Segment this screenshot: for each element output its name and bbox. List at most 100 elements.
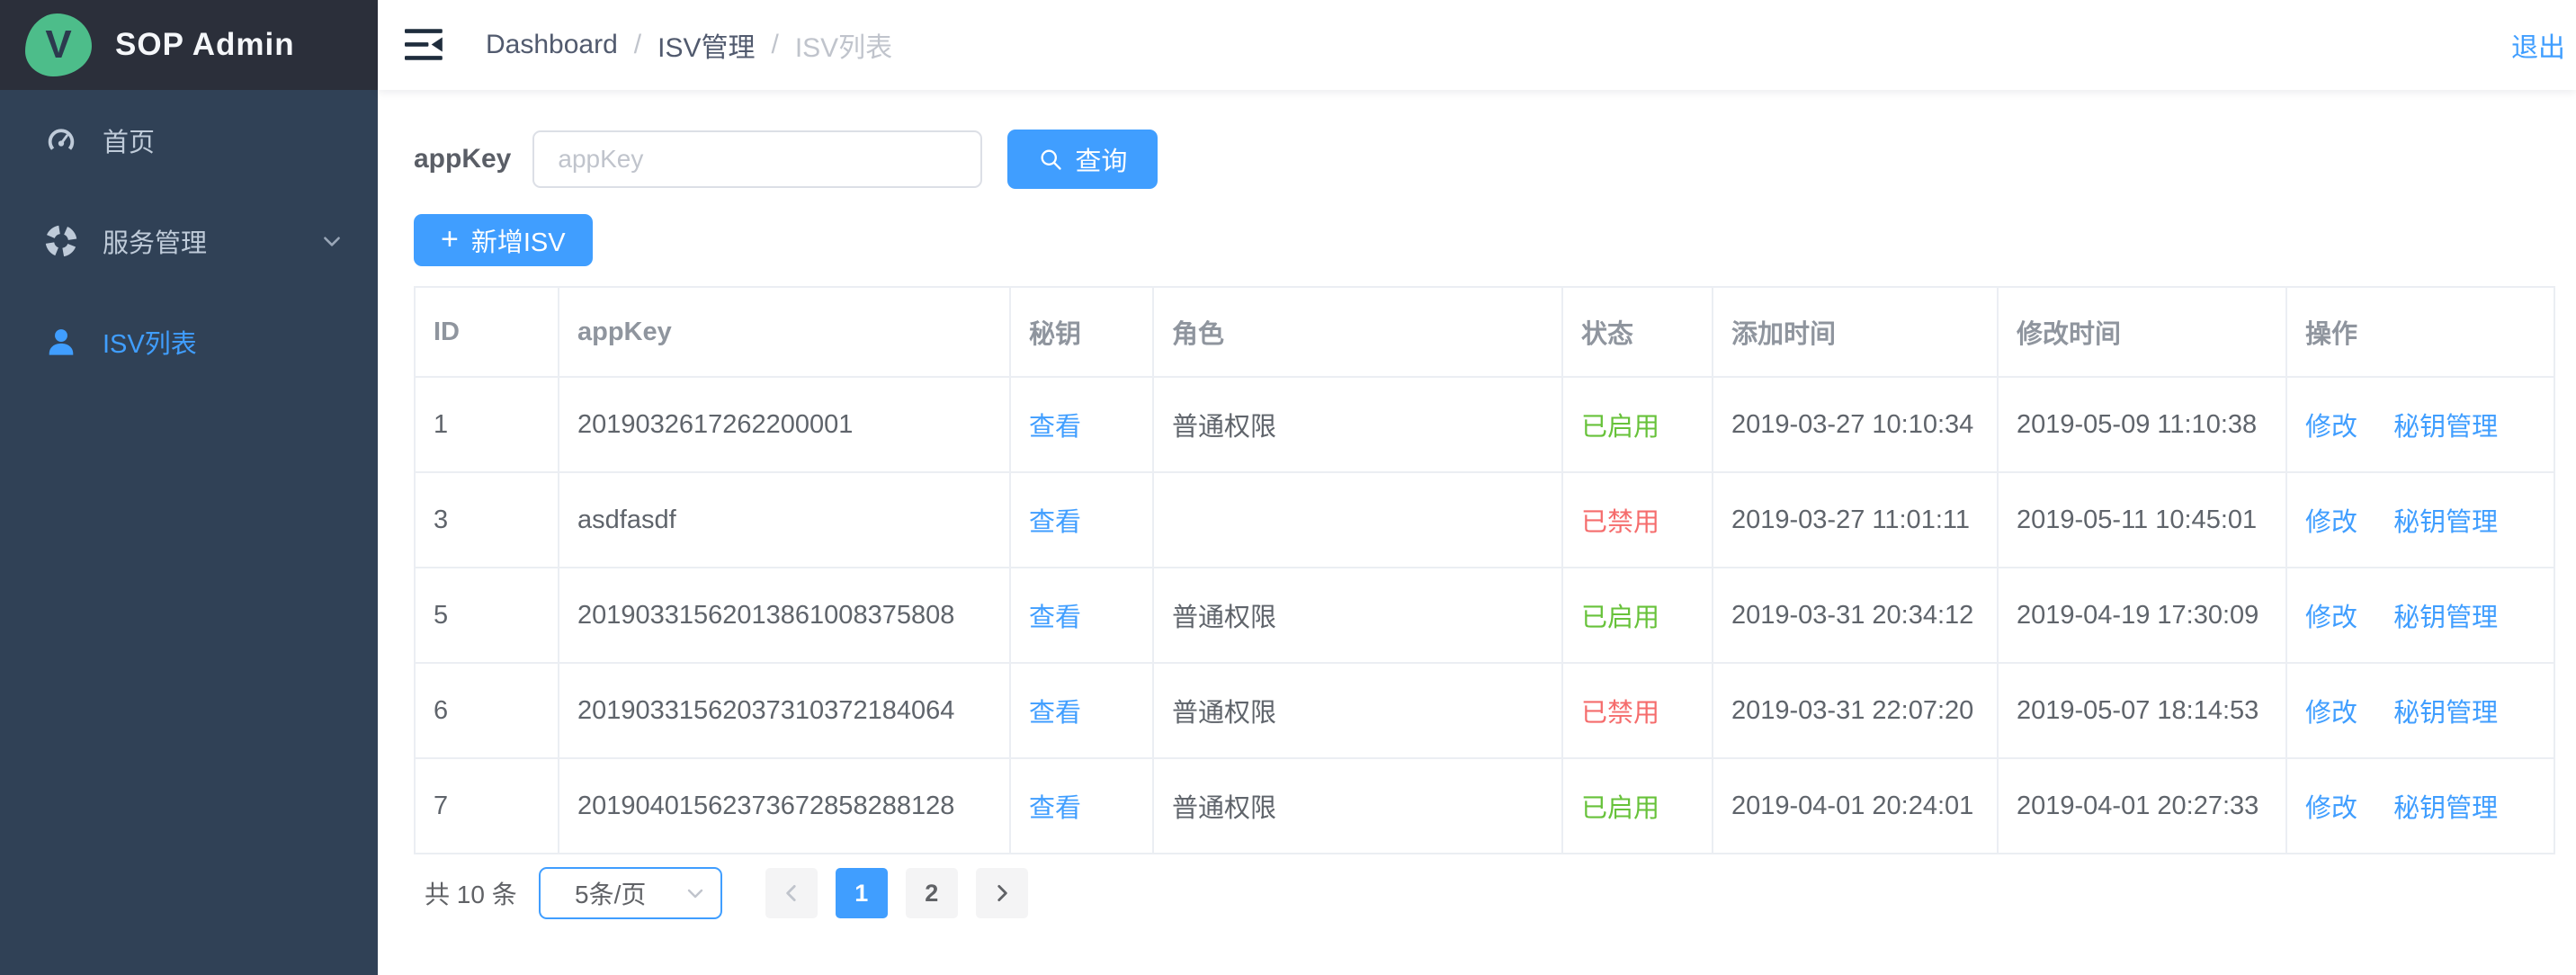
page-button-2[interactable]: 2 <box>906 868 958 918</box>
view-secret-link[interactable]: 查看 <box>1029 413 1081 442</box>
pagination: 共 10 条 5条/页 1 2 <box>414 867 2553 919</box>
top-bar: Dashboard / ISV管理 / ISV列表 退出 <box>378 0 2576 90</box>
breadcrumb-dashboard[interactable]: Dashboard <box>486 30 618 60</box>
app-logo-icon: V <box>25 13 92 76</box>
pager: 1 2 <box>756 868 1037 918</box>
status-badge: 已启用 <box>1581 794 1659 823</box>
add-isv-label: 新增ISV <box>471 221 566 259</box>
cell-modified: 2019-05-11 10:45:01 <box>1998 472 2286 568</box>
cell-appkey: 20190331562037310372184064 <box>559 663 1010 758</box>
cell-appkey: 20190331562013861008375808 <box>559 568 1010 663</box>
app-title: SOP Admin <box>115 27 295 63</box>
prev-page-button[interactable] <box>765 868 818 918</box>
status-badge: 已启用 <box>1581 604 1659 632</box>
cell-role: 普通权限 <box>1153 377 1562 472</box>
cell-role: 普通权限 <box>1153 663 1562 758</box>
breadcrumb-current: ISV列表 <box>795 25 892 65</box>
chevron-down-icon <box>320 229 344 253</box>
cell-appkey: 20190401562373672858288128 <box>559 758 1010 854</box>
cell-id: 6 <box>415 663 559 758</box>
col-appkey: appKey <box>559 287 1010 377</box>
col-role: 角色 <box>1153 287 1562 377</box>
secret-manage-link[interactable]: 秘钥管理 <box>2393 794 2498 823</box>
search-label: appKey <box>414 144 511 174</box>
cell-modified: 2019-05-09 11:10:38 <box>1998 377 2286 472</box>
table-row: 1 2019032617262200001 查看 普通权限 已启用 2019-0… <box>415 377 2554 472</box>
secret-manage-link[interactable]: 秘钥管理 <box>2393 699 2498 728</box>
breadcrumb-isv-manage: ISV管理 <box>657 25 755 65</box>
cell-id: 5 <box>415 568 559 663</box>
cell-role <box>1153 472 1562 568</box>
sidebar-item-home[interactable]: 首页 <box>0 90 378 191</box>
cell-created: 2019-03-31 20:34:12 <box>1713 568 1998 663</box>
view-secret-link[interactable]: 查看 <box>1029 604 1081 632</box>
logo: V SOP Admin <box>0 0 378 90</box>
col-id: ID <box>415 287 559 377</box>
sidebar-item-isv-list[interactable]: ISV列表 <box>0 291 378 392</box>
edit-link[interactable]: 修改 <box>2305 413 2357 442</box>
page-content: appKey 查询 + 新增ISV I <box>378 90 2576 975</box>
breadcrumb-separator: / <box>634 30 641 60</box>
cell-appkey: asdfasdf <box>559 472 1010 568</box>
col-secret: 秘钥 <box>1010 287 1153 377</box>
cell-created: 2019-03-31 22:07:20 <box>1713 663 1998 758</box>
cell-modified: 2019-04-19 17:30:09 <box>1998 568 2286 663</box>
cell-created: 2019-03-27 11:01:11 <box>1713 472 1998 568</box>
cell-created: 2019-04-01 20:24:01 <box>1713 758 1998 854</box>
view-secret-link[interactable]: 查看 <box>1029 794 1081 823</box>
page-button-1[interactable]: 1 <box>836 868 888 918</box>
table-row: 7 20190401562373672858288128 查看 普通权限 已启用… <box>415 758 2554 854</box>
table-row: 6 20190331562037310372184064 查看 普通权限 已禁用… <box>415 663 2554 758</box>
status-badge: 已禁用 <box>1581 699 1659 728</box>
chevron-left-icon <box>780 881 803 905</box>
sidebar-item-label: ISV列表 <box>103 323 197 361</box>
page-size-value: 5条/页 <box>575 875 685 911</box>
table-header-row: ID appKey 秘钥 角色 状态 添加时间 修改时间 操作 <box>415 287 2554 377</box>
select-arrow-icon <box>684 882 706 904</box>
sidebar-item-services[interactable]: 服务管理 <box>0 191 378 291</box>
col-actions: 操作 <box>2286 287 2554 377</box>
view-secret-link[interactable]: 查看 <box>1029 699 1081 728</box>
table-row: 5 20190331562013861008375808 查看 普通权限 已启用… <box>415 568 2554 663</box>
sidebar-menu: 首页 服务管理 ISV列表 <box>0 90 378 392</box>
sidebar: V SOP Admin 首页 服务管理 <box>0 0 378 975</box>
cell-role: 普通权限 <box>1153 758 1562 854</box>
query-button[interactable]: 查询 <box>1007 130 1158 189</box>
edit-link[interactable]: 修改 <box>2305 794 2357 823</box>
secret-manage-link[interactable]: 秘钥管理 <box>2393 413 2498 442</box>
table-row: 3 asdfasdf 查看 已禁用 2019-03-27 11:01:11 20… <box>415 472 2554 568</box>
status-badge: 已启用 <box>1581 413 1659 442</box>
appkey-input[interactable] <box>532 130 982 188</box>
col-created: 添加时间 <box>1713 287 1998 377</box>
edit-link[interactable]: 修改 <box>2305 699 2357 728</box>
user-icon <box>43 324 79 360</box>
chevron-right-icon <box>990 881 1014 905</box>
plus-icon: + <box>441 224 459 255</box>
logout-link[interactable]: 退出 <box>2511 25 2567 65</box>
main-area: Dashboard / ISV管理 / ISV列表 退出 appKey 查询 +… <box>378 0 2576 975</box>
cell-id: 1 <box>415 377 559 472</box>
col-status: 状态 <box>1562 287 1713 377</box>
cell-appkey: 2019032617262200001 <box>559 377 1010 472</box>
service-icon <box>43 223 79 259</box>
search-form: appKey 查询 <box>414 130 2553 189</box>
next-page-button[interactable] <box>976 868 1028 918</box>
status-badge: 已禁用 <box>1581 508 1659 537</box>
edit-link[interactable]: 修改 <box>2305 604 2357 632</box>
page-size-select[interactable]: 5条/页 <box>539 867 722 919</box>
secret-manage-link[interactable]: 秘钥管理 <box>2393 508 2498 537</box>
edit-link[interactable]: 修改 <box>2305 508 2357 537</box>
logo-letter: V <box>45 22 71 67</box>
view-secret-link[interactable]: 查看 <box>1029 508 1081 537</box>
cell-id: 3 <box>415 472 559 568</box>
table-body: 1 2019032617262200001 查看 普通权限 已启用 2019-0… <box>415 377 2554 854</box>
search-icon <box>1038 147 1063 172</box>
collapse-menu-icon[interactable] <box>405 27 444 63</box>
secret-manage-link[interactable]: 秘钥管理 <box>2393 604 2498 632</box>
sidebar-item-label: 服务管理 <box>103 222 207 260</box>
add-isv-button[interactable]: + 新增ISV <box>414 214 593 266</box>
breadcrumb-separator: / <box>771 30 778 60</box>
cell-role: 普通权限 <box>1153 568 1562 663</box>
cell-id: 7 <box>415 758 559 854</box>
col-modified: 修改时间 <box>1998 287 2286 377</box>
